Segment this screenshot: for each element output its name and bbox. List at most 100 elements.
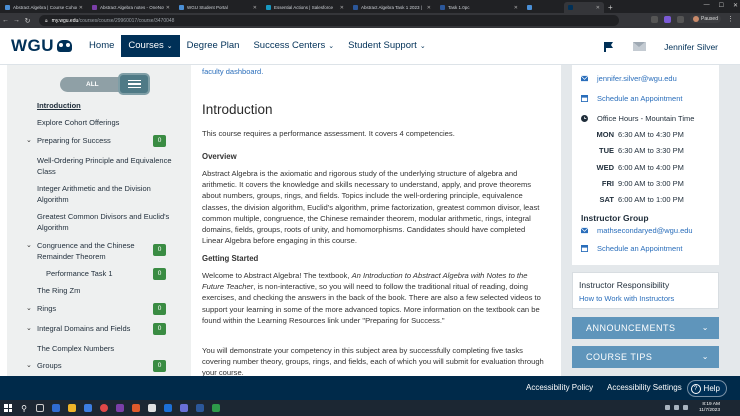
- schedule-appointment-link[interactable]: Schedule an Appointment: [597, 94, 682, 103]
- start-button[interactable]: [0, 400, 16, 416]
- group-email-link[interactable]: mathsecondaryed@wgu.edu: [597, 226, 693, 235]
- getting-started-heading: Getting Started: [202, 254, 259, 263]
- window-controls: — ☐ ✕: [704, 2, 738, 9]
- browser-tab[interactable]: Abstract Algebra Task 1 2023 | ✕: [349, 2, 435, 13]
- taskbar-app[interactable]: [192, 400, 208, 416]
- taskbar-app[interactable]: [208, 400, 224, 416]
- close-icon[interactable]: ✕: [166, 5, 170, 11]
- chevron-down-icon[interactable]: ⌄: [26, 323, 32, 334]
- forward-icon[interactable]: →: [11, 17, 22, 24]
- nav-degree-plan[interactable]: Degree Plan: [180, 35, 247, 57]
- accordion-label: ANNOUNCEMENTS: [586, 323, 676, 333]
- browser-tab-active[interactable]: ✕: [564, 2, 604, 13]
- close-icon[interactable]: ✕: [79, 5, 83, 11]
- extension-icon[interactable]: [664, 15, 672, 23]
- browser-tab[interactable]: [523, 2, 563, 13]
- store-icon: [84, 404, 92, 412]
- chevron-down-icon[interactable]: ⌄: [26, 135, 32, 146]
- nav-success-centers[interactable]: Success Centers ⌄: [246, 35, 341, 57]
- announcements-accordion[interactable]: ANNOUNCEMENTS ⌄: [572, 317, 719, 339]
- taskbar-app[interactable]: [144, 400, 160, 416]
- taskbar-app[interactable]: [128, 400, 144, 416]
- browser-tab[interactable]: Task 1.0pc ✕: [436, 2, 522, 13]
- nav-label: Courses: [128, 40, 164, 51]
- course-tips-accordion[interactable]: COURSE TIPS ⌄: [572, 346, 719, 368]
- clock[interactable]: 8:19 AM 11/7/2023: [699, 402, 720, 414]
- chevron-down-icon: ⌄: [328, 43, 335, 50]
- taskbar-app[interactable]: [48, 400, 64, 416]
- taskview-button[interactable]: [32, 400, 48, 416]
- chevron-down-icon[interactable]: ⌄: [26, 360, 32, 371]
- getting-started-text: Welcome to Abstract Algebra! The textboo…: [202, 271, 541, 325]
- nav-student-support[interactable]: Student Support ⌄: [341, 35, 433, 57]
- sidebar-item-label: The Complex Numbers: [37, 344, 115, 353]
- instructor-email-link[interactable]: jennifer.silver@wgu.edu: [597, 74, 677, 83]
- calendar-icon: [581, 245, 588, 252]
- hours-day: TUE: [599, 146, 614, 155]
- close-icon[interactable]: ✕: [427, 5, 431, 11]
- search-button[interactable]: ⚲: [16, 400, 32, 416]
- mail-icon[interactable]: [633, 42, 647, 51]
- extension-icon[interactable]: [651, 15, 659, 23]
- accessibility-settings-link[interactable]: Accessibility Settings: [607, 383, 682, 392]
- browser-tab[interactable]: Abstract Algebra | Course Cohor ✕: [1, 2, 87, 13]
- app-icon: [148, 404, 156, 412]
- reload-icon[interactable]: ↻: [22, 17, 33, 25]
- browser-tab[interactable]: WGU Student Portal ✕: [175, 2, 261, 13]
- sidebar-item-label: Congruence and the Chinese Remainder The…: [37, 241, 135, 261]
- chevron-down-icon[interactable]: ⌄: [26, 303, 32, 314]
- maximize-icon[interactable]: ☐: [719, 2, 724, 9]
- browser-tab[interactable]: Abstract Algebra notes - OneNote ✕: [88, 2, 174, 13]
- office-hours-label: Office Hours - Mountain Time: [597, 114, 695, 123]
- back-icon[interactable]: ←: [0, 17, 11, 24]
- sidebar-item-label: The Ring Zm: [37, 286, 81, 295]
- close-icon[interactable]: ✕: [253, 5, 257, 11]
- os-taskbar: ⚲ 8:19 AM 11/7/2023: [0, 400, 740, 416]
- how-to-work-link[interactable]: How to Work with Instructors: [579, 294, 674, 303]
- url-field[interactable]: 🔒︎ my.wgu.edu/courses/course/29960017/co…: [39, 15, 619, 26]
- count-badge: 0: [153, 323, 166, 335]
- browser-tab-strip: Abstract Algebra | Course Cohor ✕ Abstrac…: [0, 0, 740, 13]
- main-content: faculty dashboard. Introduction This cou…: [191, 65, 561, 376]
- overview-text: Abstract Algebra is the axiomatic and ri…: [202, 169, 540, 246]
- tab-favicon: [527, 5, 532, 10]
- profile-button[interactable]: Paused: [690, 15, 721, 23]
- chevron-down-icon[interactable]: ⌄: [26, 240, 32, 251]
- sidebar-item-label: Introduction: [37, 101, 81, 110]
- browser-tab[interactable]: Essential Actions | Salesforce ✕: [262, 2, 348, 13]
- accessibility-policy-link[interactable]: Accessibility Policy: [526, 383, 593, 392]
- taskbar-app[interactable]: [176, 400, 192, 416]
- help-button[interactable]: ? Help: [686, 380, 727, 397]
- nav-home[interactable]: Home: [82, 35, 121, 57]
- close-icon[interactable]: ✕: [514, 5, 518, 11]
- taskbar-app[interactable]: [160, 400, 176, 416]
- close-icon[interactable]: ✕: [340, 5, 344, 11]
- taskbar-app[interactable]: [96, 400, 112, 416]
- tab-title: Task 1.0pc: [448, 5, 470, 10]
- close-window-icon[interactable]: ✕: [733, 2, 738, 9]
- wifi-icon[interactable]: [665, 405, 670, 410]
- nav-courses[interactable]: Courses ⌄: [121, 35, 180, 57]
- hours-time: 9:00 AM to 3:00 PM: [618, 179, 684, 188]
- new-tab-button[interactable]: +: [608, 2, 613, 13]
- wgu-logo[interactable]: WGU: [11, 36, 73, 56]
- volume-icon[interactable]: [674, 405, 679, 410]
- profile-label: Paused: [701, 16, 718, 22]
- battery-icon[interactable]: [683, 405, 688, 410]
- flag-icon[interactable]: [603, 41, 615, 53]
- taskbar-app[interactable]: [112, 400, 128, 416]
- sidepanel-icon[interactable]: [677, 15, 685, 23]
- faculty-dashboard-link[interactable]: faculty dashboard.: [202, 67, 263, 76]
- calendar-icon: [581, 95, 588, 102]
- taskbar-app[interactable]: [64, 400, 80, 416]
- group-schedule-link[interactable]: Schedule an Appointment: [597, 244, 682, 253]
- close-icon[interactable]: ✕: [596, 5, 600, 11]
- course-sidebar: ALL Introduction Explore Cohort Offering…: [7, 65, 191, 376]
- page-title: Introduction: [202, 102, 273, 117]
- taskbar-app[interactable]: [80, 400, 96, 416]
- minimize-icon[interactable]: —: [704, 2, 710, 9]
- browser-menu-icon[interactable]: ⋮: [727, 15, 734, 23]
- menu-toggle-button[interactable]: [118, 73, 150, 95]
- mail-icon: [581, 227, 588, 234]
- user-name[interactable]: Jennifer Silver: [664, 42, 718, 52]
